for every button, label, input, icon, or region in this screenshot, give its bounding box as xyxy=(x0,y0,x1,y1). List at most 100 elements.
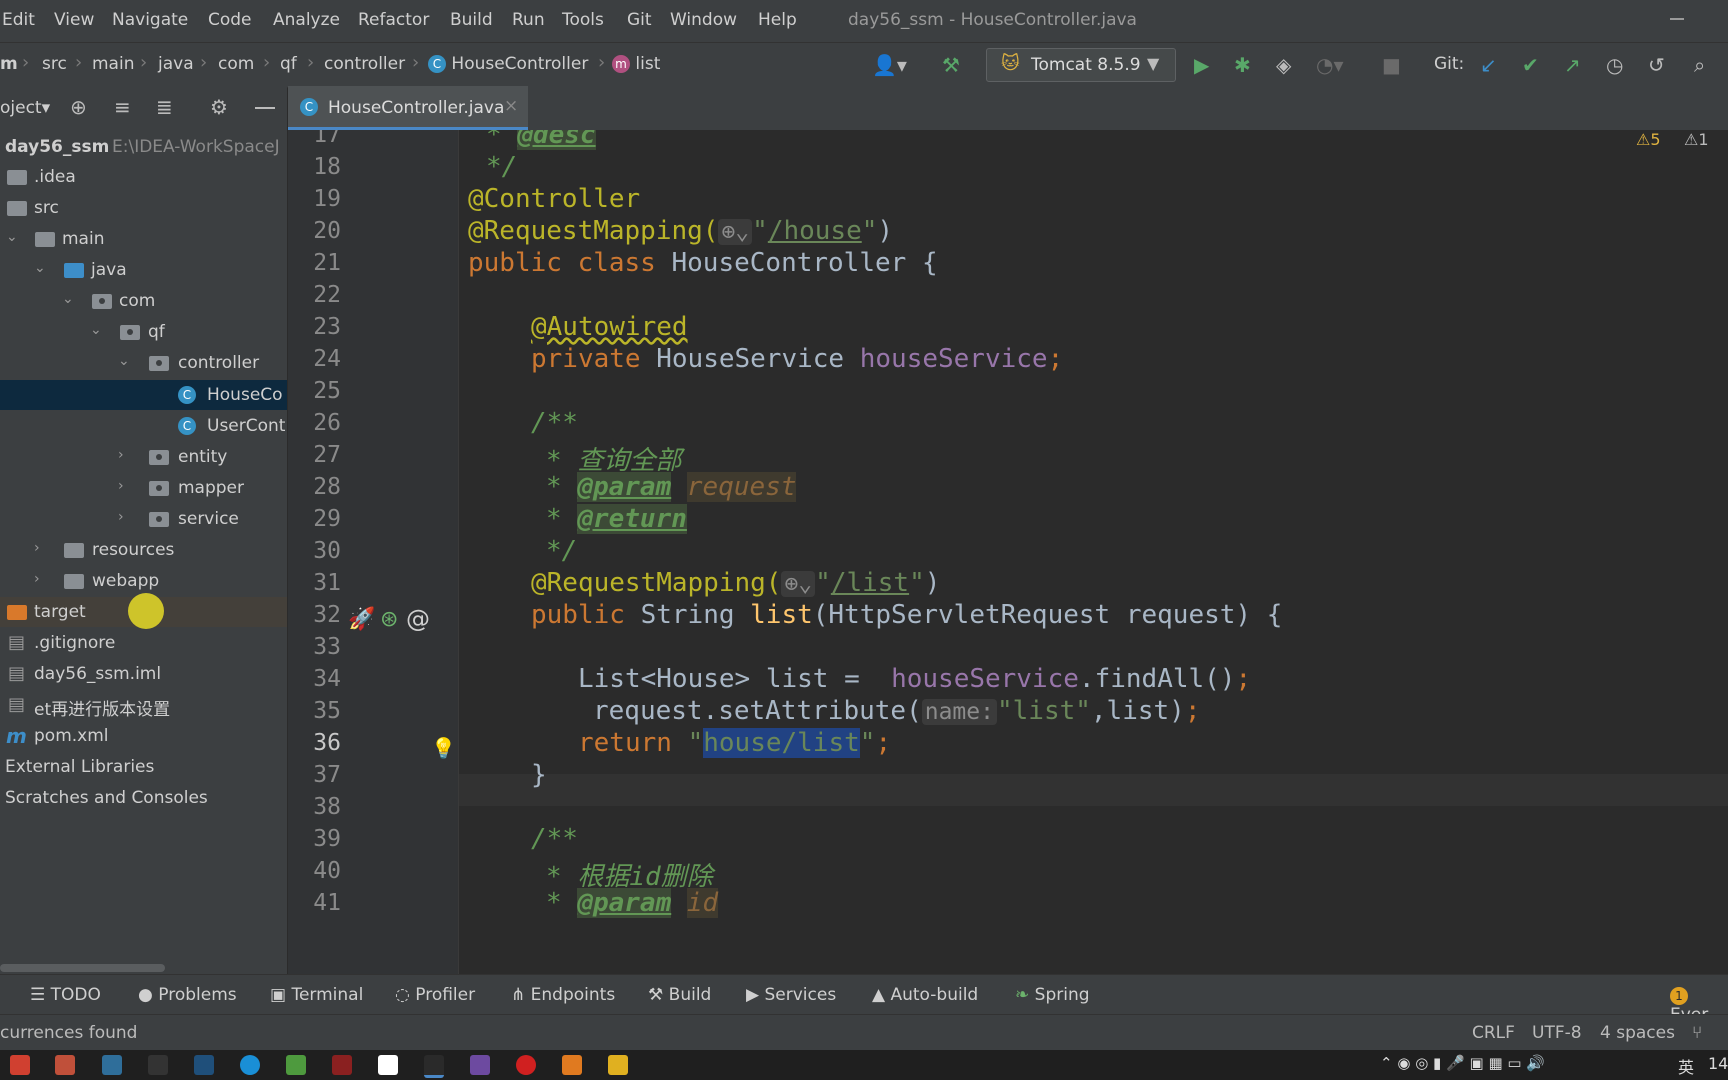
tree-item-external-libraries[interactable]: External Libraries xyxy=(0,752,287,782)
git-update-icon[interactable]: ↙ xyxy=(1480,53,1497,77)
tree-item-pom[interactable]: m pom.xml xyxy=(0,721,287,751)
warnings-indicator[interactable]: ⚠5 xyxy=(1636,130,1661,149)
tree-item-housecontroller[interactable]: C HouseCo xyxy=(0,380,287,410)
tree-item-src[interactable]: src xyxy=(0,193,287,223)
breadcrumb-java[interactable]: java xyxy=(158,54,194,74)
tree-item-main[interactable]: ⌄ main xyxy=(0,224,287,254)
tree-item-iml[interactable]: ▤ day56_ssm.iml xyxy=(0,659,287,689)
close-icon[interactable]: × xyxy=(504,96,518,116)
user-icon[interactable]: 👤▾ xyxy=(872,53,907,77)
breadcrumb-src[interactable]: src xyxy=(42,54,67,74)
tree-item-webapp[interactable]: › webapp xyxy=(0,566,287,596)
run-icon[interactable]: ▶ xyxy=(1194,53,1209,77)
menu-code[interactable]: Code xyxy=(208,10,252,30)
ime-indicator[interactable]: 英 xyxy=(1678,1054,1694,1078)
tool-profiler[interactable]: ◌ Profiler xyxy=(395,985,475,1005)
chevron-down-icon[interactable]: ⌄ xyxy=(90,322,102,338)
tree-item-entity[interactable]: › entity xyxy=(0,442,287,472)
tree-item-qf[interactable]: ⌄ qf xyxy=(0,317,287,347)
menu-analyze[interactable]: Analyze xyxy=(273,10,340,30)
intellij-icon[interactable] xyxy=(424,1055,444,1078)
menu-run[interactable]: Run xyxy=(512,10,545,30)
menu-build[interactable]: Build xyxy=(450,10,493,30)
search-icon[interactable]: ⌕ xyxy=(1694,53,1705,77)
tab-housecontroller[interactable]: C HouseController.java × xyxy=(288,86,528,130)
git-commit-icon[interactable]: ✔ xyxy=(1522,53,1539,77)
menu-refactor[interactable]: Refactor xyxy=(358,10,429,30)
weak-warnings-indicator[interactable]: ⚠1 xyxy=(1684,130,1709,149)
tree-item-scratches[interactable]: Scratches and Consoles xyxy=(0,783,287,813)
app-icon[interactable] xyxy=(194,1055,214,1075)
tree-item-service[interactable]: › service xyxy=(0,504,287,534)
gear-icon[interactable]: ⚙ xyxy=(210,95,228,119)
tool-todo[interactable]: ☰ TODO xyxy=(30,985,101,1005)
tree-item-com[interactable]: ⌄ com xyxy=(0,286,287,316)
menu-help[interactable]: Help xyxy=(758,10,797,30)
tree-item-root[interactable]: day56_ssm E:\IDEA-WorkSpaceJ xyxy=(0,132,287,162)
chevron-right-icon[interactable]: › xyxy=(118,447,124,463)
app-icon[interactable] xyxy=(286,1055,306,1075)
tree-item-gitignore[interactable]: ▤ .gitignore xyxy=(0,628,287,658)
chevron-down-icon[interactable]: ⌄ xyxy=(34,260,46,276)
file-explorer-icon[interactable] xyxy=(608,1055,628,1075)
app-icon[interactable] xyxy=(102,1055,122,1075)
profile-icon[interactable]: ◔▾ xyxy=(1316,53,1344,77)
tool-services[interactable]: ▶ Services xyxy=(746,985,836,1005)
menu-edit[interactable]: Edit xyxy=(2,10,35,30)
app-icon[interactable] xyxy=(562,1055,582,1075)
breadcrumb-class[interactable]: C HouseController xyxy=(428,54,588,74)
chevron-down-icon[interactable]: ⌄ xyxy=(6,229,18,245)
mapping-gutter-icon[interactable]: @ xyxy=(406,605,430,633)
project-view-selector[interactable]: oject▾ xyxy=(0,98,50,118)
menu-navigate[interactable]: Navigate xyxy=(112,10,188,30)
menu-tools[interactable]: Tools xyxy=(562,10,604,30)
breadcrumb-qf[interactable]: qf xyxy=(280,54,297,74)
recorder-icon[interactable] xyxy=(516,1055,536,1075)
breadcrumb-controller[interactable]: controller xyxy=(324,54,405,74)
url-string[interactable]: /list xyxy=(831,568,909,598)
tool-build[interactable]: ⚒ Build xyxy=(648,985,711,1005)
chevron-right-icon[interactable]: › xyxy=(118,478,124,494)
build-hammer-icon[interactable]: ⚒ xyxy=(942,53,960,77)
chevron-right-icon[interactable]: › xyxy=(34,540,40,556)
coverage-icon[interactable]: ◈ xyxy=(1276,53,1291,77)
horizontal-scrollbar[interactable] xyxy=(0,964,165,972)
edge-browser-icon[interactable] xyxy=(240,1055,260,1075)
indent-setting[interactable]: 4 spaces xyxy=(1600,1023,1675,1043)
code-editor[interactable]: 17 18 19 20 21 22 23 24 25 26 27 28 29 3… xyxy=(288,130,1728,974)
rollback-icon[interactable]: ↺ xyxy=(1648,53,1665,77)
chevron-down-icon[interactable]: ⌄ xyxy=(62,291,74,307)
expand-all-icon[interactable]: ≡ xyxy=(114,95,131,119)
app-icon[interactable] xyxy=(470,1055,490,1075)
tree-item-mapper[interactable]: › mapper xyxy=(0,473,287,503)
app-icon[interactable] xyxy=(332,1055,352,1075)
tree-item-text-file[interactable]: ▤ et再进行版本设置 xyxy=(0,690,287,720)
minimize-icon[interactable] xyxy=(1670,18,1684,20)
tool-endpoints[interactable]: ⋔ Endpoints xyxy=(511,985,615,1005)
tool-problems[interactable]: ● Problems xyxy=(138,985,237,1005)
locate-icon[interactable]: ⊕ xyxy=(70,95,87,119)
stop-icon[interactable]: ■ xyxy=(1382,53,1401,77)
app-icon[interactable] xyxy=(10,1055,30,1075)
run-configuration-select[interactable]: 🐱 Tomcat 8.5.9 ▼ xyxy=(986,48,1176,82)
breadcrumb-main[interactable]: main xyxy=(92,54,134,74)
run-gutter-icon[interactable]: 🚀 xyxy=(348,607,375,632)
tree-item-controller[interactable]: ⌄ controller xyxy=(0,348,287,378)
chevron-right-icon[interactable]: › xyxy=(118,509,124,525)
git-branch-icon[interactable]: ⑂ xyxy=(1692,1023,1702,1043)
lightbulb-icon[interactable]: 💡 xyxy=(431,736,456,760)
breadcrumb-module[interactable]: m xyxy=(0,54,18,74)
tree-item-resources[interactable]: › resources xyxy=(0,535,287,565)
file-encoding[interactable]: UTF-8 xyxy=(1532,1023,1582,1043)
app-icon[interactable] xyxy=(55,1055,75,1075)
typora-icon[interactable] xyxy=(378,1055,398,1075)
menu-window[interactable]: Window xyxy=(670,10,737,30)
endpoint-gutter-icon[interactable]: ⊛ xyxy=(380,607,398,632)
chevron-right-icon[interactable]: › xyxy=(34,571,40,587)
debug-icon[interactable]: ✱ xyxy=(1234,53,1251,77)
collapse-all-icon[interactable]: ≣ xyxy=(156,95,173,119)
hide-panel-icon[interactable] xyxy=(255,107,275,109)
globe-icon[interactable]: ⊕⌄ xyxy=(718,219,753,245)
tool-terminal[interactable]: ▣ Terminal xyxy=(270,985,363,1005)
menu-git[interactable]: Git xyxy=(627,10,652,30)
